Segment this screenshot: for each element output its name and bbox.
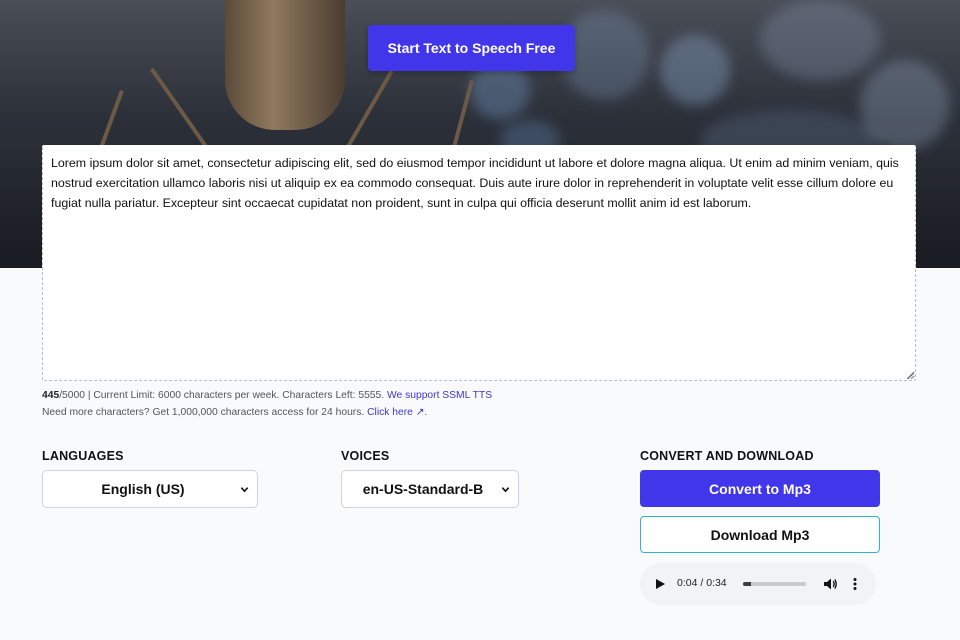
voices-label: VOICES — [341, 449, 390, 463]
resize-handle-icon[interactable] — [907, 372, 915, 380]
playback-time: 0:04 / 0:34 — [677, 577, 727, 589]
audio-player: 0:04 / 0:34 — [640, 563, 876, 605]
languages-label: LANGUAGES — [42, 449, 124, 463]
chevron-down-icon — [240, 487, 249, 493]
voice-selected: en-US-Standard-B — [362, 481, 484, 497]
progress-bar[interactable] — [743, 582, 806, 586]
progress-fill — [743, 582, 751, 586]
microphone-graphic — [225, 0, 345, 130]
ssml-link[interactable]: We support SSML TTS — [387, 390, 492, 401]
character-count: 445 — [42, 390, 60, 401]
play-icon[interactable] — [654, 578, 666, 590]
start-tts-button[interactable]: Start Text to Speech Free — [368, 25, 575, 71]
convert-download-label: CONVERT AND DOWNLOAD — [640, 449, 814, 463]
voice-select[interactable]: en-US-Standard-B — [341, 470, 519, 508]
language-select[interactable]: English (US) — [42, 470, 258, 508]
character-counter: 445/5000 | Current Limit: 6000 character… — [42, 390, 492, 401]
text-input[interactable]: Lorem ipsum dolor sit amet, consectetur … — [42, 145, 916, 381]
language-selected: English (US) — [101, 481, 185, 497]
download-mp3-button[interactable]: Download Mp3 — [640, 516, 880, 553]
upgrade-note: Need more characters? Get 1,000,000 char… — [42, 406, 427, 418]
click-here-link[interactable]: Click here ↗ — [367, 407, 424, 418]
character-max: /5000 — [59, 390, 85, 401]
chevron-down-icon — [501, 487, 510, 493]
more-options-icon[interactable] — [852, 577, 858, 591]
limit-text: | Current Limit: 6000 characters per wee… — [84, 390, 387, 401]
volume-icon[interactable] — [823, 577, 838, 591]
period-text: . — [424, 407, 428, 418]
more-characters-text: Need more characters? Get 1,000,000 char… — [42, 407, 368, 418]
convert-to-mp3-button[interactable]: Convert to Mp3 — [640, 470, 880, 507]
